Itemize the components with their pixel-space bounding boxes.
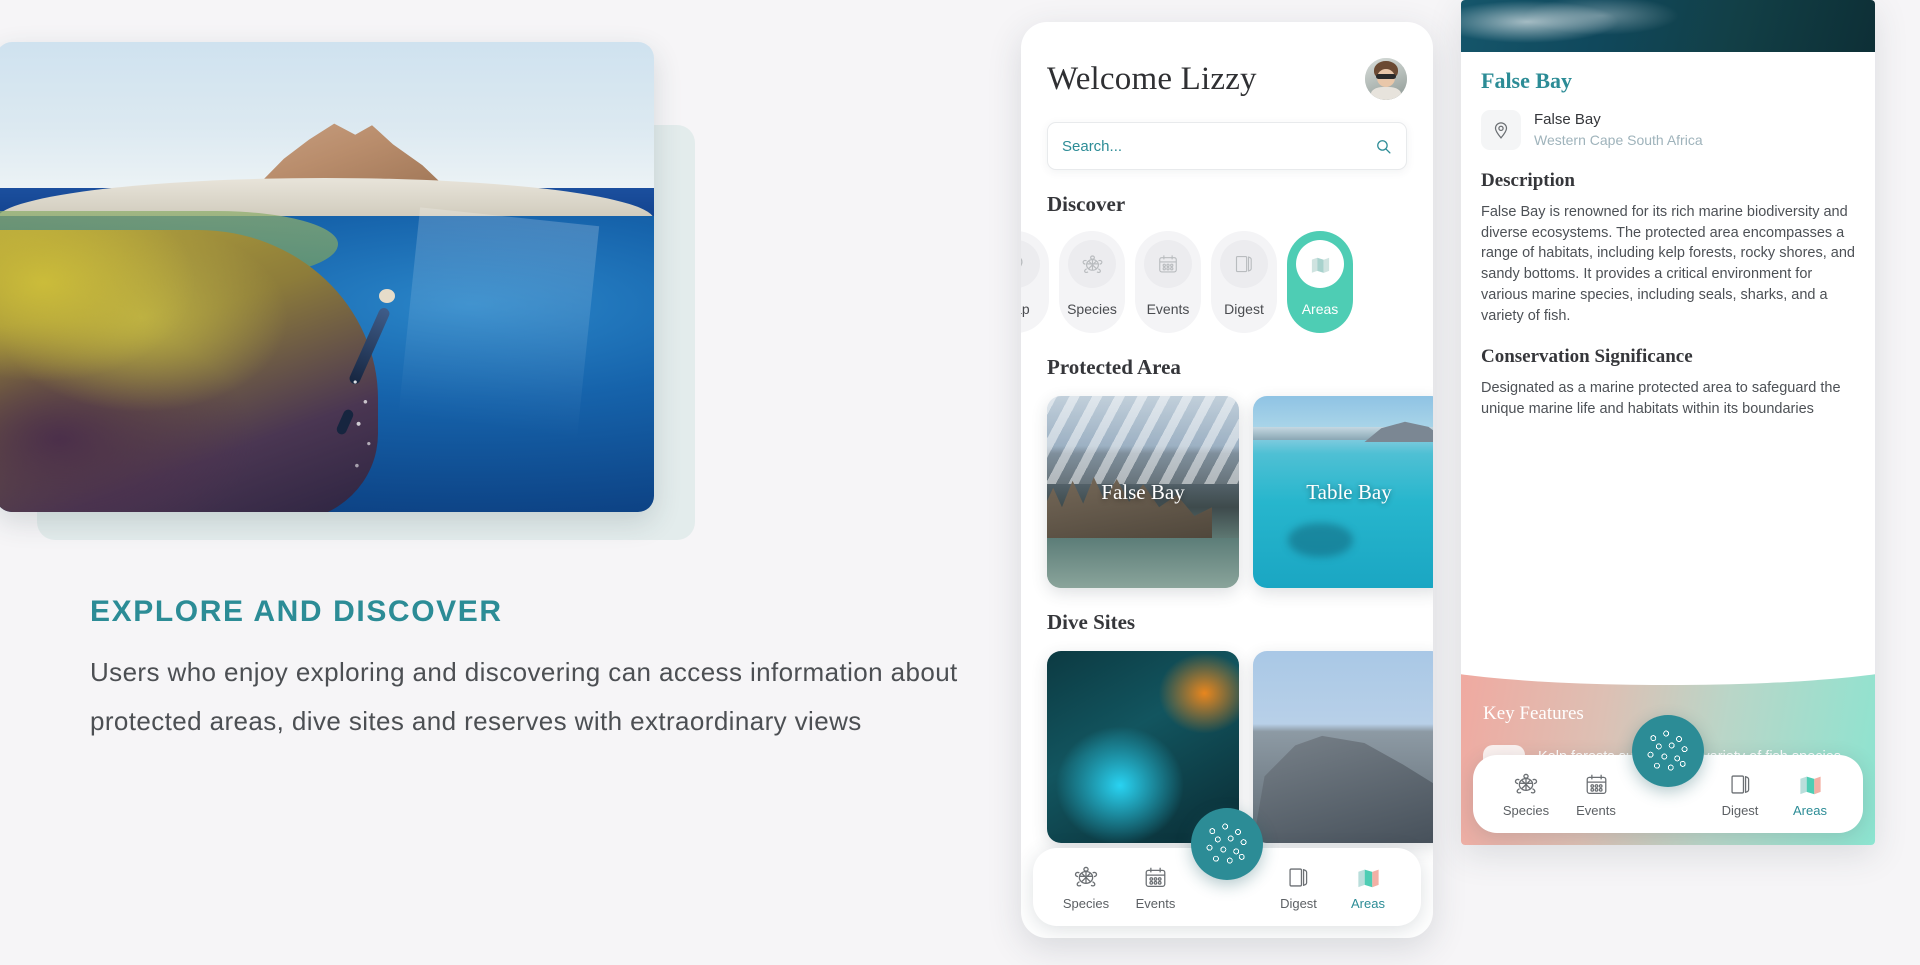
protected-area-card-row[interactable]: False Bay Table Bay (1047, 396, 1433, 588)
turtle-icon (1068, 240, 1116, 288)
discover-pill-species[interactable]: Species (1059, 231, 1125, 333)
conservation-heading: Conservation Significance (1481, 346, 1693, 368)
app-showcase: EXPLORE AND DISCOVER Users who enjoy exp… (0, 0, 1920, 965)
wave-divider (1461, 659, 1875, 685)
dive-site-card-mountain[interactable] (1253, 651, 1433, 843)
discover-pill-digest[interactable]: Digest (1211, 231, 1277, 333)
nav-item-species[interactable]: Species (1495, 770, 1557, 818)
promo-panel: EXPLORE AND DISCOVER Users who enjoy exp… (0, 0, 1010, 965)
protected-area-heading: Protected Area (1047, 355, 1181, 379)
fab-bubbles-button[interactable] (1191, 808, 1263, 880)
phone-home-screen: Welcome Lizzy Discover (1021, 22, 1433, 938)
discover-pill-events[interactable]: Events (1135, 231, 1201, 333)
discover-pill-areas[interactable]: Areas (1287, 231, 1353, 333)
description-heading: Description (1481, 170, 1575, 191)
nav-item-species[interactable]: Species (1055, 863, 1117, 911)
phone-detail-screen: False Bay False Bay Western Cape South A… (1461, 0, 1875, 845)
map-pin-icon (1021, 240, 1040, 288)
description-text: False Bay is renowned for its rich marin… (1481, 204, 1855, 324)
calendar-icon (1145, 867, 1166, 887)
nav-item-digest[interactable]: Digest (1268, 864, 1330, 911)
folded-map-color-icon (1799, 776, 1821, 794)
avatar[interactable] (1365, 58, 1407, 100)
turtle-icon (1074, 866, 1098, 887)
hero-bubbles (344, 371, 379, 481)
location-row[interactable]: False Bay Western Cape South Africa (1481, 110, 1855, 150)
nav-item-label: Species (1062, 896, 1110, 911)
hero-diver-head (378, 288, 395, 303)
nav-item-areas[interactable]: Areas (1337, 864, 1399, 911)
nav-item-events[interactable]: Events (1125, 864, 1187, 911)
nav-item-digest[interactable]: Digest (1709, 771, 1771, 818)
location-region: Western Cape South Africa (1534, 131, 1703, 148)
hero-photo (0, 42, 654, 512)
folded-map-color-icon (1357, 869, 1379, 887)
detail-content: False Bay False Bay Western Cape South A… (1461, 52, 1875, 420)
discover-heading: Discover (1047, 192, 1126, 216)
nav-item-label: Digest (1721, 802, 1759, 818)
nav-item-label: Events (1135, 895, 1176, 911)
conservation-text: Designated as a marine protected area to… (1481, 380, 1841, 418)
discover-pill-label: Areas (1301, 301, 1339, 317)
hero-sunray (388, 207, 600, 512)
folded-map-icon (1296, 240, 1344, 288)
detail-title: False Bay (1481, 68, 1573, 93)
bubbles-icon (1645, 728, 1691, 774)
dive-sites-heading: Dive Sites (1047, 610, 1136, 634)
area-card-table-bay[interactable]: Table Bay (1253, 396, 1433, 588)
detail-hero-image (1461, 0, 1875, 52)
discover-pill-label: Map (1021, 301, 1030, 317)
discover-pill-label: Events (1146, 301, 1190, 317)
detail-bottom-nav-wrap: Species Events Digest Areas (1461, 715, 1875, 845)
nav-item-label: Areas (1793, 802, 1827, 818)
home-header: Welcome Lizzy (1021, 22, 1433, 100)
discover-pill-label: Species (1067, 301, 1117, 317)
calendar-icon (1144, 240, 1192, 288)
search-bar[interactable] (1047, 122, 1407, 170)
search-input[interactable] (1062, 137, 1375, 155)
area-card-false-bay[interactable]: False Bay (1047, 396, 1239, 588)
location-name: False Bay (1534, 111, 1601, 129)
greeting-text: Welcome Lizzy (1047, 60, 1257, 97)
home-bottom-nav-wrap: Species Events Digest Areas (1021, 808, 1433, 938)
page-title: EXPLORE AND DISCOVER (90, 595, 503, 628)
discover-pill-map[interactable]: Map (1021, 231, 1049, 333)
bubbles-icon (1204, 821, 1250, 867)
calendar-icon (1586, 774, 1606, 794)
location-pin-icon (1481, 110, 1521, 150)
area-card-caption: False Bay (1101, 479, 1185, 504)
nav-item-label: Events (1576, 802, 1616, 818)
book-icon (1730, 774, 1749, 794)
nav-item-label: Digest (1280, 895, 1317, 911)
search-icon[interactable] (1375, 138, 1392, 155)
turtle-icon (1514, 773, 1538, 794)
nav-item-label: Areas (1351, 895, 1385, 911)
nav-item-areas[interactable]: Areas (1779, 771, 1841, 818)
area-card-caption: Table Bay (1306, 479, 1392, 504)
key-features-heading: Key Features (1483, 703, 1584, 724)
promo-description: Users who enjoy exploring and discoverin… (90, 657, 958, 736)
fab-bubbles-button[interactable] (1632, 715, 1704, 787)
discover-pill-label: Digest (1224, 301, 1264, 317)
nav-item-label: Species (1502, 803, 1550, 818)
book-icon (1289, 867, 1308, 887)
book-icon (1220, 240, 1268, 288)
nav-item-events[interactable]: Events (1565, 771, 1627, 818)
discover-pill-row[interactable]: Map Species (1021, 231, 1433, 333)
